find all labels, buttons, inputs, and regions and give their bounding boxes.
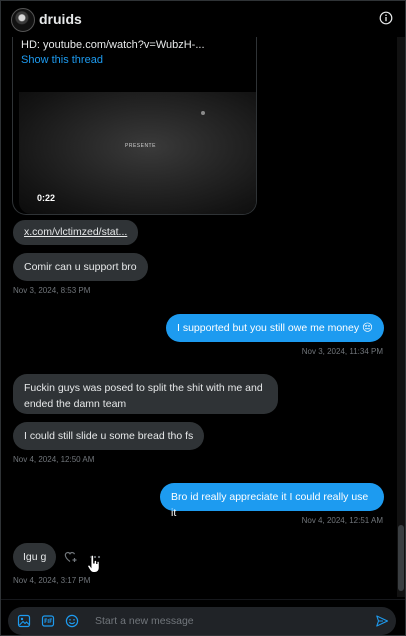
message-bubble-sent[interactable]: Bro id really appreciate it I could real…	[160, 483, 384, 519]
show-thread-link[interactable]: Show this thread	[21, 54, 103, 66]
message-timestamp: Nov 4, 2024, 12:50 AM	[13, 455, 95, 464]
message-timestamp: Nov 4, 2024, 3:17 PM	[13, 576, 91, 585]
conversation-header: druids	[1, 1, 405, 37]
shared-post-text: HD: youtube.com/watch?v=WubzH-...	[21, 39, 205, 51]
shared-post-card[interactable]: HD: youtube.com/watch?v=WubzH-... Show t…	[12, 37, 257, 215]
message-bubble-received[interactable]: Fuckin guys was posed to split the shit …	[13, 374, 278, 414]
message-bubble-received[interactable]: I could still slide u some bread tho fs	[13, 422, 205, 450]
scrollbar-track[interactable]	[397, 37, 405, 597]
message-input[interactable]	[95, 611, 365, 631]
scrollbar-thumb[interactable]	[398, 525, 404, 591]
message-bubble-received[interactable]: Igu g	[13, 543, 57, 571]
emoji-icon[interactable]	[65, 614, 79, 628]
image-icon[interactable]	[17, 614, 31, 628]
message-bubble-sent[interactable]: I supported but you still owe me money 😔	[166, 314, 384, 342]
add-reaction-icon[interactable]	[64, 550, 78, 564]
message-bubble-link[interactable]: x.com/vlctimzed/stat...	[13, 220, 139, 245]
send-icon[interactable]	[375, 614, 389, 628]
video-player[interactable]: PRESENTE 0:22	[19, 92, 256, 214]
message-bubble-received[interactable]: Comir can u support bro	[13, 253, 148, 281]
video-light-dot	[201, 111, 205, 115]
video-overlay-text: PRESENTE	[125, 143, 156, 149]
dm-window: HD: youtube.com/watch?v=WubzH-... Show t…	[0, 0, 406, 636]
message-timestamp: Nov 3, 2024, 11:34 PM	[301, 347, 383, 356]
info-icon[interactable]	[379, 11, 393, 25]
conversation-title[interactable]: druids	[39, 11, 82, 27]
gif-icon[interactable]	[41, 614, 55, 628]
message-timestamp: Nov 4, 2024, 12:51 AM	[301, 516, 383, 525]
message-timestamp: Nov 3, 2024, 8:53 PM	[13, 286, 91, 295]
hand-cursor-icon	[87, 554, 100, 573]
video-duration: 0:22	[37, 193, 56, 203]
avatar[interactable]	[11, 8, 35, 32]
